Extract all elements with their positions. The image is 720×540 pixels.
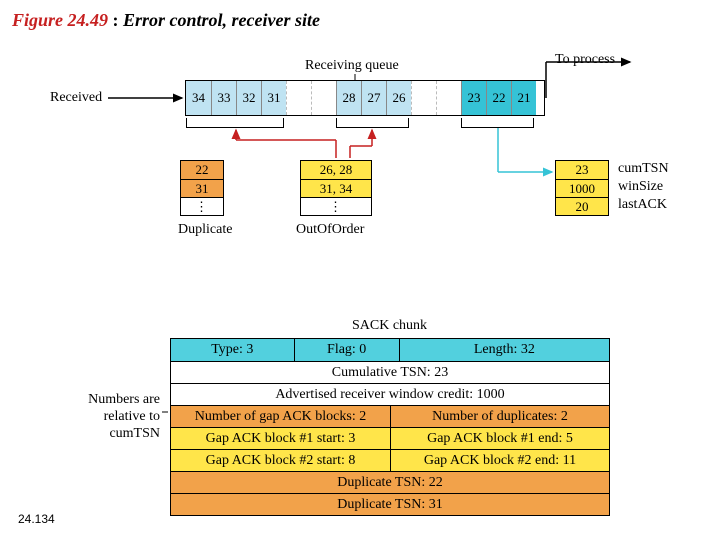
state-field: cumTSN (618, 160, 669, 178)
state-value: 20 (556, 197, 608, 215)
queue-slot: 33 (211, 81, 236, 115)
duplicate-table: 22 31 ⋮ (180, 160, 224, 216)
state-table: 23 1000 20 (555, 160, 609, 216)
duplicate-row: 22 (181, 161, 223, 179)
queue-slot: 26 (386, 81, 411, 115)
to-process-label: To process (555, 52, 615, 68)
figure-title: Figure 24.49 : Error control, receiver s… (12, 10, 320, 31)
duplicate-row: 31 (181, 179, 223, 197)
figure-sep: : (113, 10, 119, 30)
bracket-delivered (461, 118, 534, 128)
receiving-queue: 34333231 282726 232221 (185, 80, 545, 116)
state-value: 23 (556, 161, 608, 179)
ellipsis-icon: ⋮ (181, 197, 223, 215)
sack-cell: Gap ACK block #1 start: 3 (171, 428, 390, 449)
sack-cell: Gap ACK block #2 start: 8 (171, 450, 390, 471)
queue-slot: 28 (336, 81, 361, 115)
sack-chunk-label: SACK chunk (352, 318, 427, 334)
queue-slot: 31 (261, 81, 286, 115)
figure-caption: Error control, receiver site (123, 10, 320, 30)
queue-slot (286, 81, 311, 115)
sack-cell: Number of duplicates: 2 (390, 406, 609, 427)
sack-flag: Flag: 0 (294, 339, 399, 361)
sack-table: Type: 3 Flag: 0 Length: 32 Cumulative TS… (170, 338, 610, 516)
sack-cell: Gap ACK block #1 end: 5 (390, 428, 609, 449)
queue-slot (436, 81, 461, 115)
state-value: 1000 (556, 179, 608, 197)
duplicate-label: Duplicate (178, 222, 232, 238)
sack-cell: Number of gap ACK blocks: 2 (171, 406, 390, 427)
outoforder-label: OutOfOrder (296, 222, 364, 238)
queue-slot: 23 (461, 81, 486, 115)
side-note-line: Numbers are (60, 392, 160, 409)
sack-cell: Duplicate TSN: 22 (171, 472, 609, 493)
sack-credit: Advertised receiver window credit: 1000 (171, 384, 609, 405)
side-note-line: cumTSN (60, 426, 160, 443)
sack-type: Type: 3 (171, 339, 294, 361)
queue-slot: 27 (361, 81, 386, 115)
state-field: lastACK (618, 196, 669, 214)
receiving-queue-label: Receiving queue (305, 58, 399, 74)
sack-cell: Duplicate TSN: 31 (171, 494, 609, 515)
bracket-block2 (186, 118, 284, 128)
state-field: winSize (618, 178, 669, 196)
outoforder-row: 31, 34 (301, 179, 371, 197)
queue-slot: 22 (486, 81, 511, 115)
queue-slot: 32 (236, 81, 261, 115)
bracket-block1 (336, 118, 409, 128)
sack-cumtsn: Cumulative TSN: 23 (171, 362, 609, 383)
received-label: Received (50, 90, 102, 106)
state-labels: cumTSN winSize lastACK (618, 160, 669, 214)
queue-slot: 21 (511, 81, 536, 115)
figure-number: Figure 24.49 (12, 10, 108, 30)
queue-slot (411, 81, 436, 115)
queue-slot (311, 81, 336, 115)
queue-slot: 34 (186, 81, 211, 115)
sack-length: Length: 32 (399, 339, 609, 361)
ellipsis-icon: ⋮ (301, 197, 371, 215)
side-note-line: relative to (60, 409, 160, 426)
outoforder-table: 26, 28 31, 34 ⋮ (300, 160, 372, 216)
outoforder-row: 26, 28 (301, 161, 371, 179)
side-note: Numbers are relative to cumTSN (60, 392, 160, 442)
page-number: 24.134 (18, 512, 55, 526)
sack-cell: Gap ACK block #2 end: 11 (390, 450, 609, 471)
